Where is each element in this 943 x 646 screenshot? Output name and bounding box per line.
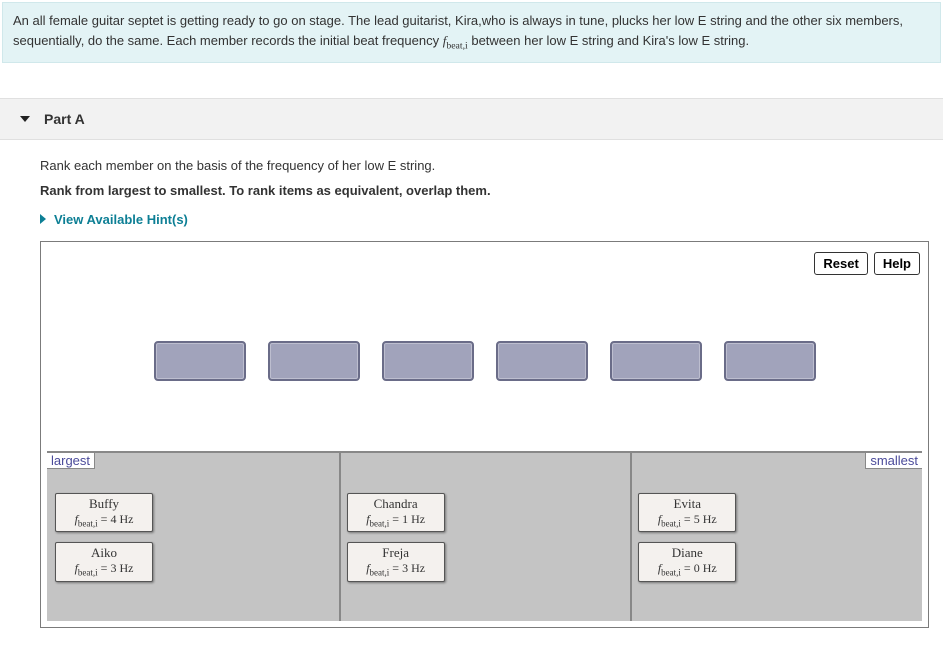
- tile-freq: fbeat,i = 1 Hz: [348, 512, 444, 528]
- rank-slot[interactable]: [382, 341, 474, 381]
- rank-tile[interactable]: Diane fbeat,i = 0 Hz: [638, 542, 736, 581]
- caret-right-icon: [40, 214, 46, 224]
- tile-freq: fbeat,i = 3 Hz: [348, 561, 444, 577]
- intro-math: fbeat,i: [443, 33, 468, 48]
- rank-tile[interactable]: Aiko fbeat,i = 3 Hz: [55, 542, 153, 581]
- rank-tile[interactable]: Buffy fbeat,i = 4 Hz: [55, 493, 153, 532]
- tile-freq: fbeat,i = 4 Hz: [56, 512, 152, 528]
- tile-name: Aiko: [56, 545, 152, 561]
- part-label: Part A: [44, 111, 85, 127]
- caret-down-icon: [20, 116, 30, 122]
- intro-text-b: between her low E string and Kira's low …: [468, 33, 749, 48]
- rank-slot[interactable]: [610, 341, 702, 381]
- part-body: Rank each member on the basis of the fre…: [0, 140, 943, 646]
- rank-slot[interactable]: [154, 341, 246, 381]
- rank-tile[interactable]: Evita fbeat,i = 5 Hz: [638, 493, 736, 532]
- canvas-toolbar: Reset Help: [47, 248, 922, 285]
- rank-label-largest: largest: [47, 453, 95, 469]
- tile-column: Evita fbeat,i = 5 Hz Diane fbeat,i = 0 H…: [630, 493, 922, 582]
- tile-name: Freja: [348, 545, 444, 561]
- problem-intro: An all female guitar septet is getting r…: [2, 2, 941, 63]
- part-header[interactable]: Part A: [0, 98, 943, 140]
- tile-freq: fbeat,i = 5 Hz: [639, 512, 735, 528]
- ranking-canvas: Reset Help largest smallest Buffy fbeat,…: [40, 241, 929, 628]
- rank-tile[interactable]: Chandra fbeat,i = 1 Hz: [347, 493, 445, 532]
- view-hints-toggle[interactable]: View Available Hint(s): [40, 212, 929, 227]
- tile-column: Chandra fbeat,i = 1 Hz Freja fbeat,i = 3…: [339, 493, 631, 582]
- tile-freq: fbeat,i = 3 Hz: [56, 561, 152, 577]
- tile-name: Buffy: [56, 496, 152, 512]
- tile-name: Diane: [639, 545, 735, 561]
- help-button[interactable]: Help: [874, 252, 920, 275]
- reset-button[interactable]: Reset: [814, 252, 867, 275]
- rank-tile[interactable]: Freja fbeat,i = 3 Hz: [347, 542, 445, 581]
- tile-name: Chandra: [348, 496, 444, 512]
- tile-column: Buffy fbeat,i = 4 Hz Aiko fbeat,i = 3 Hz: [47, 493, 339, 582]
- rank-slots: [47, 285, 922, 451]
- instruction: Rank each member on the basis of the fre…: [40, 158, 929, 173]
- rank-slot[interactable]: [724, 341, 816, 381]
- tile-freq: fbeat,i = 0 Hz: [639, 561, 735, 577]
- rank-slot[interactable]: [268, 341, 360, 381]
- rank-slot[interactable]: [496, 341, 588, 381]
- tile-name: Evita: [639, 496, 735, 512]
- rank-area: largest smallest Buffy fbeat,i = 4 Hz Ai…: [47, 451, 922, 621]
- rank-label-smallest: smallest: [865, 453, 922, 469]
- hints-label: View Available Hint(s): [54, 212, 188, 227]
- instruction-bold: Rank from largest to smallest. To rank i…: [40, 183, 929, 198]
